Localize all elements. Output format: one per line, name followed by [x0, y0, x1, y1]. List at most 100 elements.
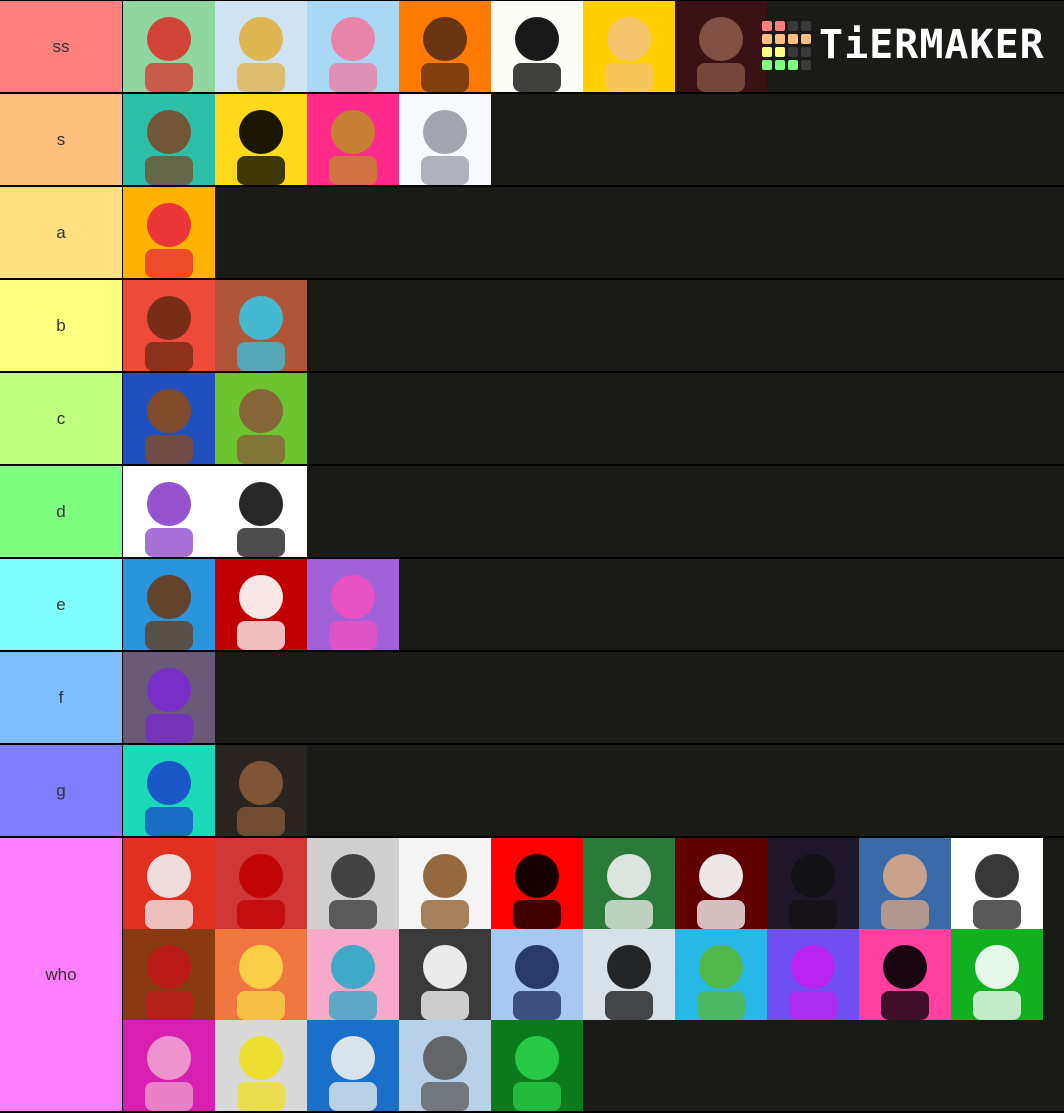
avatar-thumbnail-icon	[307, 929, 399, 1020]
tier-item-yellow-head-green-body[interactable]	[215, 1020, 307, 1111]
logo-grid-cell	[775, 33, 785, 44]
tiermaker-logo[interactable]: TiERMAKER	[762, 10, 1052, 80]
tier-item-angry-boy-orange-stars[interactable]	[399, 1, 491, 92]
tier-item-chef-hat-gasmask-green[interactable]	[951, 929, 1043, 1020]
avatar-thumbnail-icon	[215, 559, 307, 650]
avatar-thumbnail-icon	[399, 929, 491, 1020]
tier-label[interactable]: c	[0, 373, 123, 464]
tier-items-dropzone[interactable]	[123, 187, 1064, 278]
logo-grid-cell	[788, 46, 798, 57]
tier-item-e-logo-red-black[interactable]	[675, 838, 767, 929]
tier-item-boy-green-robot[interactable]	[215, 373, 307, 464]
tier-item-white-head-sunglasses-red[interactable]	[215, 559, 307, 650]
avatar-thumbnail-icon	[123, 929, 215, 1020]
tier-items-dropzone[interactable]	[123, 280, 1064, 371]
logo-grid-cell	[788, 20, 798, 31]
tier-item-checkered-hat-red[interactable]	[491, 838, 583, 929]
tier-label[interactable]: e	[0, 559, 123, 650]
tier-item-r-logo-gradient[interactable]	[767, 929, 859, 1020]
avatar-thumbnail-icon	[307, 1020, 399, 1111]
tier-item-blue-hair-girl-teal[interactable]	[123, 745, 215, 836]
logo-grid-cell	[775, 46, 785, 57]
tier-label[interactable]: b	[0, 280, 123, 371]
tier-item-cap-boy-gold-chain[interactable]	[215, 745, 307, 836]
avatar-thumbnail-icon	[399, 94, 491, 185]
tier-item-toxic-green-text[interactable]	[583, 838, 675, 929]
avatar-thumbnail-icon	[399, 1020, 491, 1111]
tier-item-roblox-santa-hat-yellow-suit[interactable]	[215, 1, 307, 92]
avatar-thumbnail-icon	[399, 838, 491, 929]
tier-item-smiling-boy-teal[interactable]	[123, 94, 215, 185]
tier-item-dino-hat-crocodile[interactable]	[675, 929, 767, 1020]
avatar-thumbnail-icon	[307, 94, 399, 185]
tier-label[interactable]: a	[0, 187, 123, 278]
tier-item-red-devil-block[interactable]	[215, 838, 307, 929]
avatar-thumbnail-icon	[215, 94, 307, 185]
tier-item-pink-pixel-face[interactable]	[859, 929, 951, 1020]
tier-item-blue-scarf-runner[interactable]	[491, 929, 583, 1020]
tier-items-dropzone[interactable]	[123, 652, 1064, 743]
tier-items-dropzone[interactable]	[123, 373, 1064, 464]
logo-grid-cell	[801, 46, 811, 57]
tier-item-blonde-boy-yellow[interactable]	[583, 1, 675, 92]
tier-item-spiked-crown-roblox[interactable]	[307, 1020, 399, 1111]
tier-items-dropzone[interactable]	[123, 745, 1064, 836]
avatar-thumbnail-icon	[123, 373, 215, 464]
tier-item-green-n-top-hat[interactable]	[491, 1020, 583, 1111]
avatar-thumbnail-icon	[123, 838, 215, 929]
tier-row-a: a	[0, 187, 1064, 280]
tier-item-mathorix-purple-badge[interactable]	[123, 466, 215, 557]
tier-item-flamingo-bird-cartoon[interactable]	[307, 1, 399, 92]
tier-list: ss s a b c d e f g who	[0, 0, 1064, 1113]
tier-label[interactable]: ss	[0, 1, 123, 92]
avatar-thumbnail-icon	[123, 280, 215, 371]
avatar-thumbnail-icon	[583, 838, 675, 929]
tier-item-tiger-hat-sunglasses[interactable]	[307, 94, 399, 185]
tier-item-hooded-roblox-white[interactable]	[951, 838, 1043, 929]
tier-item-bowler-hat-mask-purple[interactable]	[767, 838, 859, 929]
logo-grid-cell	[801, 20, 811, 31]
tier-item-cat-girl-top-hat[interactable]	[399, 94, 491, 185]
tier-label[interactable]: g	[0, 745, 123, 836]
tier-item-masked-brown-hair-red[interactable]	[123, 280, 215, 371]
tier-item-roblox-logo[interactable]	[491, 1, 583, 92]
tier-items-dropzone[interactable]	[123, 559, 1064, 650]
tier-label[interactable]: d	[0, 466, 123, 557]
avatar-thumbnail-icon	[215, 466, 307, 557]
tier-item-shark-hoodie-girl-pink[interactable]	[307, 929, 399, 1020]
tier-item-dog-ears-white[interactable]	[399, 838, 491, 929]
avatar-thumbnail-icon	[307, 1, 399, 92]
tier-item-pink-hair-husky-purple[interactable]	[307, 559, 399, 650]
tier-item-demon-girl-dark-red[interactable]	[675, 1, 767, 92]
logo-grid-cell	[762, 20, 772, 31]
tier-item-glasses-man-photo[interactable]	[859, 838, 951, 929]
tier-item-the-pals-logo[interactable]	[123, 187, 215, 278]
tier-row-who: who	[0, 838, 1064, 1113]
tier-items-dropzone[interactable]	[123, 466, 1064, 557]
tier-label[interactable]: s	[0, 94, 123, 185]
tier-item-purple-striped-roblox[interactable]	[123, 652, 215, 743]
avatar-thumbnail-icon	[307, 559, 399, 650]
tier-item-orange-hair-axe[interactable]	[123, 929, 215, 1020]
tier-item-grey-bandana-goggles[interactable]	[307, 838, 399, 929]
tier-item-penguin-glowing[interactable]	[583, 929, 675, 1020]
avatar-thumbnail-icon	[123, 652, 215, 743]
tier-items-dropzone[interactable]	[123, 94, 1064, 185]
avatar-thumbnail-icon	[859, 929, 951, 1020]
tier-item-top-hat-sunglasses-angel[interactable]	[123, 838, 215, 929]
tier-label[interactable]: f	[0, 652, 123, 743]
tier-item-monochrome-roblox-goggles[interactable]	[399, 929, 491, 1020]
avatar-thumbnail-icon	[399, 1, 491, 92]
tier-row-c: c	[0, 373, 1064, 466]
tier-label[interactable]: who	[0, 838, 123, 1111]
tier-item-pink-hair-thumbs-up[interactable]	[123, 1020, 215, 1111]
tier-items-dropzone[interactable]	[123, 838, 1064, 1111]
tier-item-inoobe-yellow-face[interactable]	[215, 94, 307, 185]
tier-item-pirate-parrot[interactable]	[399, 1020, 491, 1111]
tier-item-roblox-blue-hat-desert[interactable]	[215, 280, 307, 371]
tier-item-boy-pointing-blue[interactable]	[123, 559, 215, 650]
tier-item-cartoon-boy-red-shirt[interactable]	[123, 1, 215, 92]
tier-item-roblox-black-outfit-white[interactable]	[215, 466, 307, 557]
tier-item-blonde-cat-ears-sunglasses[interactable]	[215, 929, 307, 1020]
tier-item-headphones-antlers-blue[interactable]	[123, 373, 215, 464]
